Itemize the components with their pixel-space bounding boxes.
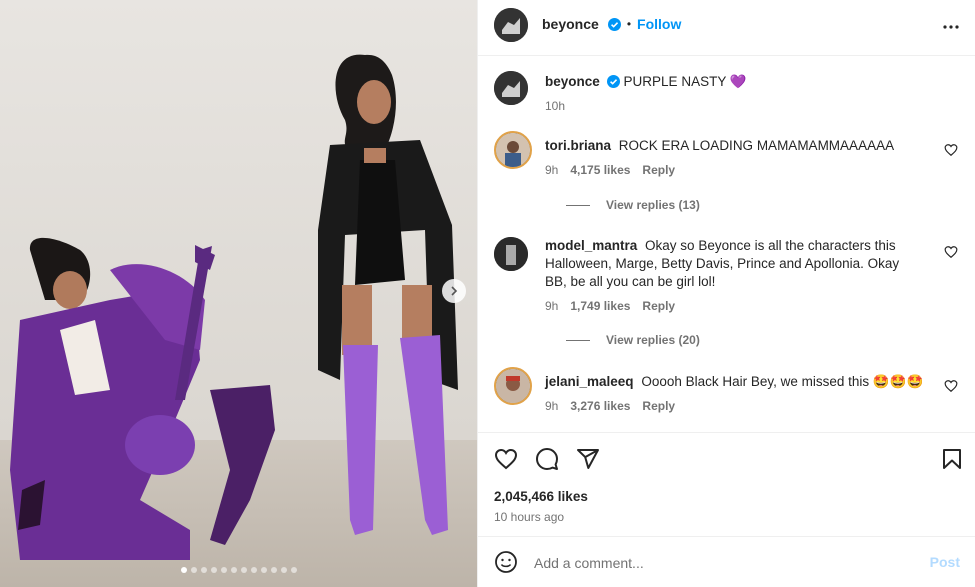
header-separator: • [626,17,632,31]
comment-likes[interactable]: 4,175 likes [570,163,630,177]
carousel-dot [200,567,207,573]
comment-meta: 9h 4,175 likes Reply [545,163,675,177]
comment-text: tori.briana ROCK ERA LOADING MAMAMAMMAAA… [545,137,924,155]
replies-divider [566,204,590,206]
comment-text: jelani_maleeq Ooooh Black Hair Bey, we m… [545,373,924,391]
comment-composer: Post [478,536,975,587]
caption-body: PURPLE NASTY [623,74,727,89]
share-icon[interactable] [576,447,600,471]
comment-time: 9h [545,399,559,413]
comment-body: ROCK ERA LOADING MAMAMAMMAAAAAA [618,138,895,153]
carousel-dot [250,567,257,573]
comment-meta: 9h 1,749 likes Reply [545,299,675,313]
commenter-avatar[interactable] [494,237,528,271]
reply-button[interactable]: Reply [642,399,675,413]
caption-avatar[interactable] [494,71,528,105]
comment-username[interactable]: tori.briana [545,138,611,153]
comment-likes[interactable]: 3,276 likes [570,399,630,413]
comment-body: Ooooh Black Hair Bey, we missed this 🤩🤩🤩 [641,374,924,389]
caption-username[interactable]: beyonce [545,74,600,89]
carousel-dot [220,567,227,573]
heart-icon[interactable] [944,379,958,393]
comment-likes[interactable]: 1,749 likes [570,299,630,313]
comment-icon[interactable] [535,447,559,471]
verified-icon [607,17,621,31]
carousel-dot [190,567,197,573]
emoji-icon[interactable] [494,550,518,574]
post-actions: 2,045,466 likes 10 hours ago [478,432,975,532]
commenter-avatar[interactable] [494,367,532,405]
post-timestamp: 10 hours ago [494,510,565,524]
follow-button[interactable]: Follow [637,16,681,32]
caption-time: 10h [545,99,566,113]
view-replies-label: View replies (13) [606,198,700,212]
commenter-avatar[interactable] [494,131,532,169]
comment-time: 9h [545,299,559,313]
view-replies-button[interactable]: View replies (13) [566,198,700,212]
carousel-dot [290,567,297,573]
author-username[interactable]: beyonce [542,16,599,32]
post-details-panel: beyonce • Follow beyonce PURPLE NASTY 💜 … [477,0,975,587]
verified-icon [606,75,620,88]
caption-text: beyonce PURPLE NASTY 💜 [545,73,924,91]
post-header: beyonce • Follow [478,0,975,56]
carousel-indicator [0,567,477,573]
comments-list: beyonce PURPLE NASTY 💜 10h tori.briana R… [478,57,975,432]
chevron-right-icon [451,286,458,296]
comment-username[interactable]: jelani_maleeq [545,374,634,389]
comment-username[interactable]: model_mantra [545,238,637,253]
next-slide-button[interactable] [442,279,466,303]
comment-time: 9h [545,163,559,177]
carousel-dot [210,567,217,573]
heart-icon[interactable] [494,447,518,471]
view-replies-label: View replies (20) [606,333,700,347]
comment-meta: 9h 3,276 likes Reply [545,399,675,413]
comment-input[interactable] [534,551,914,575]
carousel-dot [260,567,267,573]
caption-meta: 10h [545,99,565,113]
carousel-dot [270,567,277,573]
more-icon[interactable] [942,18,960,36]
purple-heart-emoji: 💜 [729,74,747,89]
carousel-dot [280,567,287,573]
heart-icon[interactable] [944,143,958,157]
caption-row: beyonce PURPLE NASTY 💜 10h [494,71,964,121]
comment-text: model_mantra Okay so Beyonce is all the … [545,237,924,291]
carousel-dot [180,567,187,573]
heart-icon[interactable] [944,245,958,259]
replies-divider [566,339,590,341]
carousel-dot [240,567,247,573]
author-avatar[interactable] [494,8,528,42]
view-replies-button[interactable]: View replies (20) [566,333,700,347]
post-photo [10,54,458,560]
bookmark-icon[interactable] [940,447,964,471]
post-media[interactable] [0,0,477,587]
like-count[interactable]: 2,045,466 likes [494,489,588,504]
comment-item: jelani_maleeq Ooooh Black Hair Bey, we m… [494,367,964,427]
reply-button[interactable]: Reply [642,299,675,313]
reply-button[interactable]: Reply [642,163,675,177]
comment-item: model_mantra Okay so Beyonce is all the … [494,235,964,355]
carousel-dot [230,567,237,573]
post-comment-button[interactable]: Post [930,554,960,570]
